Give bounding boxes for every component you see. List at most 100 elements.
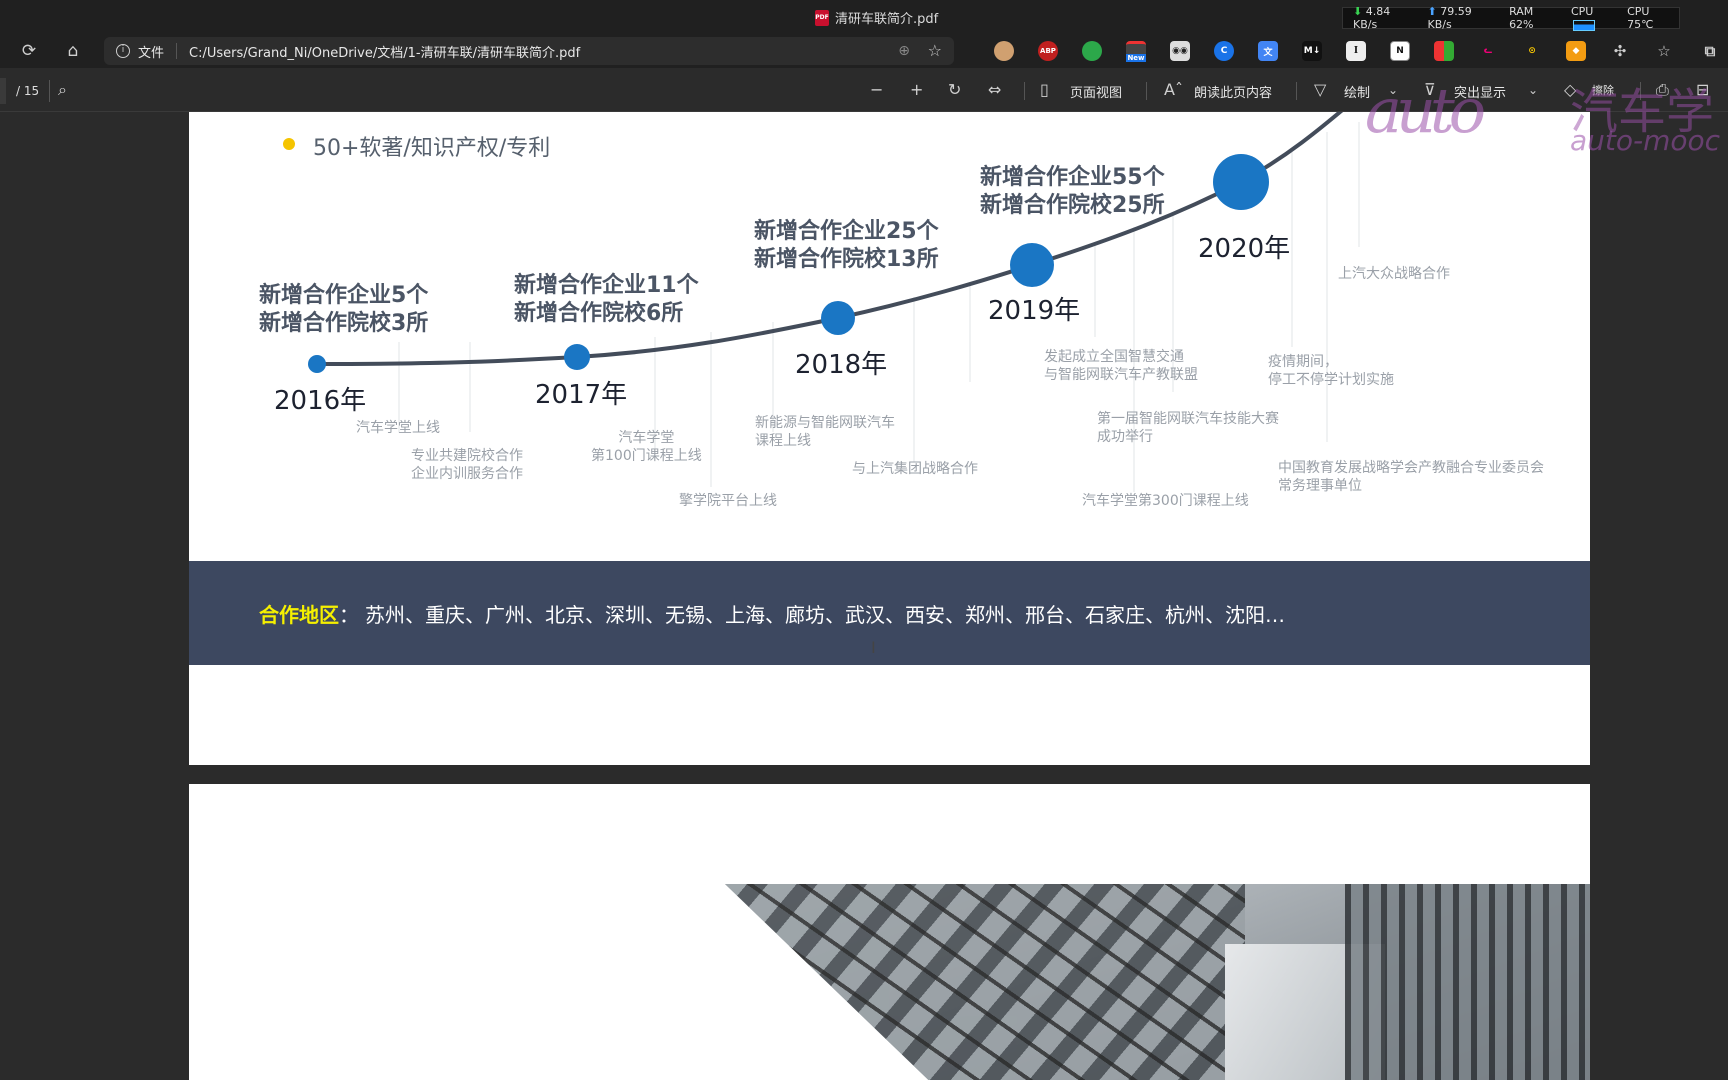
page-total: / 15 bbox=[0, 80, 50, 102]
chevron-down-icon[interactable]: ⌄ bbox=[1528, 83, 1538, 97]
event-label: 擎学院平台上线 bbox=[679, 493, 777, 509]
address-row: ⟳ ⌂ i 文件 C:/Users/Grand_Ni/OneDrive/文档/1… bbox=[0, 34, 1728, 68]
year-label-2017: 2017年 bbox=[535, 380, 628, 410]
erase-button[interactable]: 擦除 bbox=[1592, 82, 1614, 98]
collections-icon[interactable]: ⧉ bbox=[1700, 41, 1720, 61]
down-arrow-icon: ⬇ bbox=[1353, 5, 1363, 18]
refresh-icon[interactable]: ⟳ bbox=[16, 39, 42, 63]
title-bar: PDF 清研车联简介.pdf ⬇ 4.84 KB/s ⬆ 79.59 KB/s … bbox=[0, 0, 1728, 34]
event-label: 上汽大众战略合作 bbox=[1338, 266, 1450, 282]
timeline-node-2020 bbox=[1213, 154, 1269, 210]
pdf-viewer[interactable]: · · · 50+软著/知识产权/专利 bbox=[0, 112, 1728, 1080]
eraser-icon[interactable]: ◇ bbox=[1564, 80, 1576, 99]
pdf-file-icon: PDF bbox=[815, 9, 829, 26]
event-label: 与上汽集团战略合作 bbox=[852, 461, 978, 477]
building-photo bbox=[725, 884, 1590, 1080]
zoom-in-icon[interactable]: + bbox=[910, 80, 923, 99]
region-label: 合作地区 bbox=[259, 602, 339, 627]
evernote-icon[interactable] bbox=[1082, 41, 1102, 61]
event-label: 汽车学堂上线 bbox=[356, 420, 440, 436]
timeline-node-2018 bbox=[821, 301, 855, 335]
info-icon[interactable]: i bbox=[116, 44, 130, 58]
home-icon[interactable]: ⌂ bbox=[60, 39, 86, 63]
markdown-label: M↓ bbox=[1303, 46, 1321, 56]
add-favorite-icon[interactable]: ☆ bbox=[928, 41, 942, 60]
cpu-temp: CPU 75℃ bbox=[1627, 5, 1654, 31]
pdf-page bbox=[189, 784, 1590, 1080]
notion-label: N bbox=[1396, 46, 1404, 56]
notion-icon[interactable]: N bbox=[1390, 41, 1410, 61]
cpu-usage: CPU bbox=[1571, 5, 1617, 31]
text-cursor-icon: I bbox=[871, 638, 876, 657]
photo-tower bbox=[1345, 884, 1590, 1080]
new-badge: New bbox=[1126, 53, 1146, 62]
abp-label: ABP bbox=[1040, 47, 1056, 55]
color-grid-extension-icon[interactable] bbox=[1434, 41, 1454, 61]
event-label: 疫情期间， 停工不停学计划实施 bbox=[1268, 354, 1394, 388]
save-icon[interactable]: ⊟ bbox=[1696, 80, 1709, 99]
cat-extension-icon[interactable]: ᓚ bbox=[1478, 41, 1498, 61]
year-label-2020: 2020年 bbox=[1198, 234, 1291, 264]
highlight-icon[interactable]: ⊽ bbox=[1424, 80, 1436, 99]
milestone-headline: 新增合作企业11个 新增合作院校6所 bbox=[514, 273, 699, 326]
zoom-icon[interactable]: ⊕ bbox=[898, 43, 910, 59]
event-label: 汽车学堂 第100门课程上线 bbox=[591, 430, 702, 464]
extensions-puzzle-icon[interactable]: ✣ bbox=[1610, 41, 1630, 61]
rotate-icon[interactable]: ↻ bbox=[948, 80, 961, 99]
system-monitor: ⬇ 4.84 KB/s ⬆ 79.59 KB/s RAM 62% CPU CPU… bbox=[1342, 5, 1680, 31]
event-label: 第一届智能网联汽车技能大赛 成功举行 bbox=[1097, 411, 1279, 445]
toolbar-divider bbox=[1146, 82, 1147, 100]
rainbow-extension-icon[interactable]: New bbox=[1126, 41, 1146, 62]
window-title-text: 清研车联简介.pdf bbox=[835, 12, 939, 27]
markdown-icon[interactable]: M↓ bbox=[1302, 41, 1322, 61]
toolbar-divider bbox=[1296, 82, 1297, 100]
photo-facade bbox=[725, 884, 1245, 1080]
event-label: 中国教育发展战略学会产教融合专业委员会 常务理事单位 bbox=[1278, 460, 1544, 494]
draw-button[interactable]: 绘制 bbox=[1344, 82, 1370, 101]
event-label: 新能源与智能网联汽车 课程上线 bbox=[755, 415, 895, 449]
instapaper-label: I bbox=[1353, 46, 1359, 56]
milestone-headline: 新增合作企业55个 新增合作院校25所 bbox=[980, 165, 1165, 218]
blue-c-extension-icon[interactable]: C bbox=[1214, 41, 1234, 61]
year-label-2019: 2019年 bbox=[988, 296, 1081, 326]
region-list: 苏州、重庆、广州、北京、深圳、无锡、上海、廊坊、武汉、西安、郑州、邢台、石家庄、… bbox=[365, 602, 1285, 627]
year-label-2018: 2018年 bbox=[795, 350, 888, 380]
read-aloud-icon[interactable]: Aˆ bbox=[1164, 80, 1183, 99]
adblock-plus-icon[interactable]: ABP bbox=[1038, 41, 1058, 61]
translate-icon[interactable]: 文 bbox=[1258, 41, 1278, 61]
address-divider bbox=[176, 43, 178, 59]
highlight-button[interactable]: 突出显示 bbox=[1454, 82, 1506, 101]
read-aloud-button[interactable]: 朗读此页内容 bbox=[1194, 82, 1272, 101]
favorites-icon[interactable]: ☆ bbox=[1654, 41, 1674, 61]
url-text[interactable]: C:/Users/Grand_Ni/OneDrive/文档/1-清研车联/清研车… bbox=[189, 42, 580, 61]
upload-rate: ⬆ 79.59 KB/s bbox=[1428, 5, 1500, 31]
tag-extension-icon[interactable]: ◆ bbox=[1566, 41, 1586, 61]
zoom-out-icon[interactable]: − bbox=[870, 80, 883, 99]
print-icon[interactable]: ⎙ bbox=[1656, 80, 1669, 100]
chevron-down-icon[interactable]: ⌄ bbox=[1388, 83, 1398, 97]
instapaper-icon[interactable]: I bbox=[1346, 41, 1366, 61]
address-bar[interactable]: i 文件 C:/Users/Grand_Ni/OneDrive/文档/1-清研车… bbox=[104, 37, 954, 65]
pdf-page: · · · 50+软著/知识产权/专利 bbox=[189, 112, 1590, 765]
cpu-label: CPU bbox=[1570, 5, 1594, 18]
region-colon: ： bbox=[339, 602, 359, 627]
milestone-headline: 新增合作企业5个 新增合作院校3所 bbox=[259, 283, 429, 336]
ram-usage: RAM 62% bbox=[1509, 5, 1534, 31]
cooperation-regions-band: 合作地区 ： 苏州、重庆、广州、北京、深圳、无锡、上海、廊坊、武汉、西安、郑州、… bbox=[189, 561, 1590, 665]
extension-cookie-icon[interactable] bbox=[994, 41, 1014, 61]
draw-icon[interactable]: ▽ bbox=[1314, 80, 1326, 99]
cpu-graph bbox=[1572, 19, 1595, 31]
fit-page-icon[interactable]: ⇔ bbox=[988, 80, 1001, 99]
up-arrow-icon: ⬆ bbox=[1427, 5, 1437, 18]
growth-timeline bbox=[308, 112, 1360, 492]
search-icon[interactable]: ⌕ bbox=[58, 80, 67, 100]
owl-extension-icon[interactable]: ⊙ bbox=[1522, 41, 1542, 61]
pdf-toolbar: / 15 ⌕ − + ↻ ⇔ ▯ 页面视图 Aˆ 朗读此页内容 ▽ 绘制 ⌄ ⊽… bbox=[0, 68, 1728, 112]
event-label: 发起成立全国智慧交通 与智能网联汽车产教联盟 bbox=[1044, 349, 1198, 383]
glasses-extension-icon[interactable]: ◉◉ bbox=[1170, 41, 1190, 61]
toolbar-divider bbox=[1640, 82, 1641, 100]
event-label: 汽车学堂第300门课程上线 bbox=[1082, 493, 1249, 509]
timeline-node-2017 bbox=[564, 344, 590, 370]
page-view-icon[interactable]: ▯ bbox=[1040, 80, 1049, 99]
page-view-button[interactable]: 页面视图 bbox=[1070, 82, 1122, 101]
